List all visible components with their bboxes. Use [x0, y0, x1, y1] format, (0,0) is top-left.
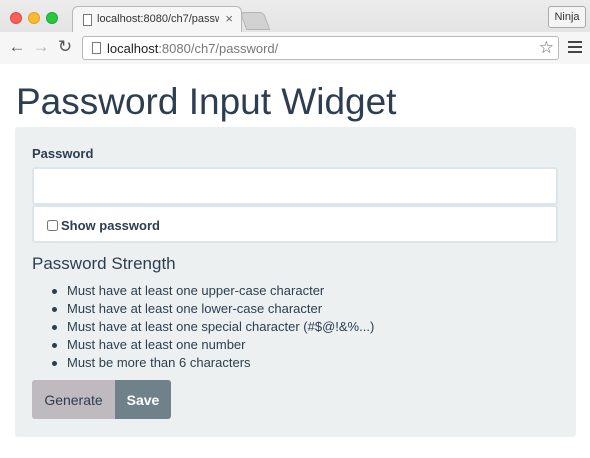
password-label: Password — [32, 146, 94, 161]
page-title: Password Input Widget — [16, 81, 397, 122]
tab-title: localhost:8080/ch7/password/ — [97, 13, 219, 25]
list-item: Must have at least one lower-case charac… — [49, 300, 374, 318]
page-icon — [83, 14, 92, 26]
browser-toolbar: ← → ↻ localhost:8080/ch7/password/ ☆ — [0, 32, 590, 64]
show-password-checkbox[interactable] — [47, 220, 58, 231]
minimize-window-button[interactable] — [28, 12, 40, 24]
generate-button[interactable]: Generate — [32, 380, 115, 419]
reload-icon[interactable]: ↻ — [56, 38, 74, 56]
browser-chrome: localhost:8080/ch7/password/ × Ninja ← →… — [0, 0, 590, 64]
list-item: Must have at least one number — [49, 336, 374, 354]
tab-close-icon[interactable]: × — [225, 11, 233, 26]
page-icon — [92, 42, 101, 54]
password-strength-heading: Password Strength — [32, 254, 176, 273]
close-window-button[interactable] — [10, 12, 22, 24]
strength-rules-list: Must have at least one upper-case charac… — [49, 282, 374, 372]
show-password-row: Show password — [32, 205, 558, 243]
bookmark-star-icon[interactable]: ☆ — [539, 38, 554, 58]
browser-tab[interactable]: localhost:8080/ch7/password/ × — [72, 6, 242, 33]
list-item: Must be more than 6 characters — [49, 354, 374, 372]
back-arrow-icon[interactable]: ← — [8, 38, 26, 56]
password-input[interactable] — [32, 167, 558, 205]
url-host: localhost — [107, 41, 159, 56]
address-bar[interactable]: localhost:8080/ch7/password/ ☆ — [82, 36, 559, 60]
save-button[interactable]: Save — [115, 380, 171, 419]
list-item: Must have at least one upper-case charac… — [49, 282, 374, 300]
forward-arrow-icon[interactable]: → — [32, 38, 50, 56]
url-path: :8080/ch7/password/ — [158, 41, 279, 56]
url-text: localhost:8080/ch7/password/ — [107, 41, 278, 56]
list-item: Must have at least one special character… — [49, 318, 374, 336]
maximize-window-button[interactable] — [46, 12, 58, 24]
new-tab-button[interactable] — [239, 12, 271, 30]
page-content: Password Input Widget Password Show pass… — [0, 65, 590, 458]
tab-bar: localhost:8080/ch7/password/ × Ninja — [0, 0, 590, 33]
password-panel: Password Show password Password Strength… — [15, 127, 576, 437]
hamburger-menu-icon[interactable] — [568, 41, 582, 53]
profile-button[interactable]: Ninja — [548, 6, 586, 28]
show-password-label[interactable]: Show password — [61, 218, 160, 233]
